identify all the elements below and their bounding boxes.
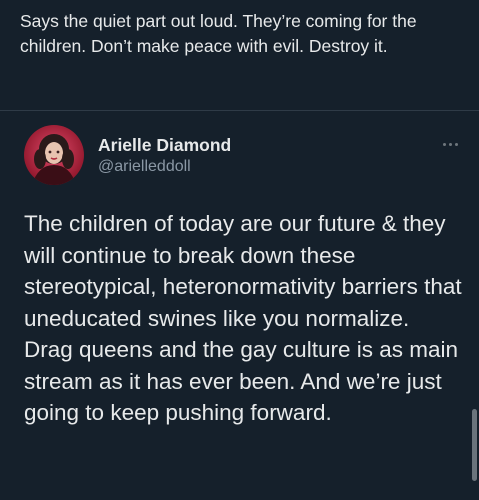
more-options-icon[interactable]	[438, 137, 462, 151]
author-display-name[interactable]: Arielle Diamond	[98, 135, 231, 156]
profile-photo-icon	[24, 125, 84, 185]
scrollbar[interactable]	[472, 409, 477, 481]
embedded-tweet-card[interactable]: Arielle Diamond @arielleddoll The childr…	[0, 110, 479, 500]
quote-tweet-text: Says the quiet part out loud. They’re co…	[20, 11, 417, 56]
author-handle[interactable]: @arielleddoll	[98, 158, 191, 176]
embedded-tweet-text: The children of today are our future & t…	[24, 211, 462, 425]
avatar[interactable]	[24, 125, 84, 185]
